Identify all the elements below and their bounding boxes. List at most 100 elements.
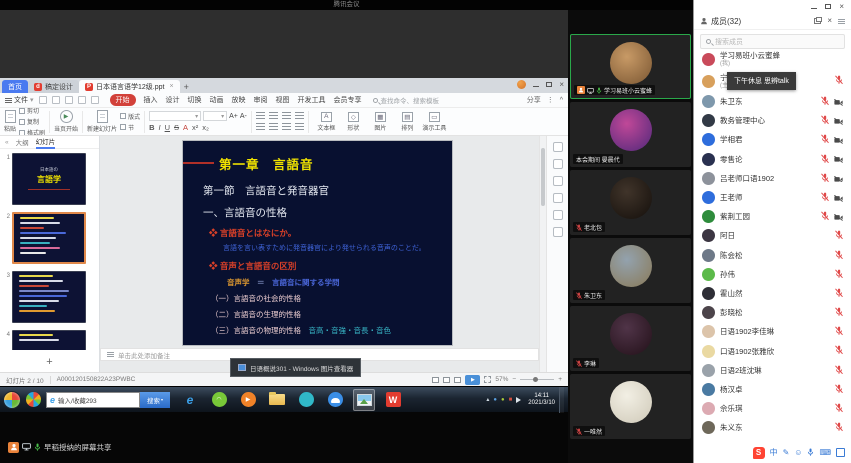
zoom-knob[interactable] <box>533 377 538 382</box>
share-button[interactable]: 分享 <box>527 95 541 105</box>
ime-tool-icon[interactable]: ☺ <box>794 448 802 458</box>
ribbon-tab-审阅[interactable]: 审阅 <box>254 95 268 105</box>
ribbon-tab-视图[interactable]: 视图 <box>276 95 290 105</box>
font-color-button[interactable]: A <box>183 123 188 132</box>
sorter-view-icon[interactable] <box>443 377 450 383</box>
mic-off-icon[interactable] <box>835 227 843 245</box>
align-icon[interactable] <box>256 123 265 131</box>
mic-off-icon[interactable] <box>835 284 843 302</box>
properties-icon[interactable] <box>553 142 563 152</box>
subscript-button[interactable]: x₂ <box>202 123 209 132</box>
ribbon-tab-放映[interactable]: 放映 <box>232 95 246 105</box>
underline-button[interactable]: U <box>165 123 170 132</box>
play-from-current-button[interactable]: ▶ 当页开始 <box>54 110 78 133</box>
tab-slides[interactable]: 幻灯片 <box>36 136 56 149</box>
camera-off-icon[interactable] <box>834 131 843 149</box>
member-row[interactable]: 吕老师口语1902 <box>694 169 851 188</box>
grow-font-button[interactable]: A+ <box>229 113 238 120</box>
redo-icon[interactable] <box>91 96 99 104</box>
member-row[interactable]: 王老师 <box>694 188 851 207</box>
member-row[interactable]: 陈会松 <box>694 246 851 265</box>
align-icon[interactable] <box>295 112 304 120</box>
ie-app-icon[interactable]: e <box>179 389 201 411</box>
player-app-icon[interactable]: ▶ <box>237 389 259 411</box>
account-avatar[interactable] <box>517 80 526 89</box>
close-panel-icon[interactable]: × <box>827 17 832 25</box>
command-search[interactable]: 查找命令、搜索模板 <box>373 95 440 105</box>
cut-button[interactable]: 剪切 <box>19 108 45 115</box>
collapse-panel-icon[interactable]: « <box>5 139 9 146</box>
video-tile[interactable]: 朱卫东 <box>570 238 691 303</box>
mic-off-icon[interactable] <box>835 246 843 264</box>
camera-off-icon[interactable] <box>834 150 843 168</box>
cloud-app-icon[interactable] <box>324 389 346 411</box>
align-icon[interactable] <box>282 123 291 131</box>
start-button[interactable] <box>3 391 21 409</box>
tab-docer[interactable]: d 稿定设计 <box>28 80 79 93</box>
search-input[interactable]: e 输入/收藏293 <box>46 392 140 408</box>
shape-button[interactable]: ◇ 形状 <box>340 112 367 132</box>
scrollbar-thumb[interactable] <box>541 148 545 206</box>
picture-button[interactable]: ▦ 图片 <box>367 112 394 132</box>
ribbon-tab-开发工具[interactable]: 开发工具 <box>298 95 326 105</box>
tab-outline[interactable]: 大纲 <box>16 137 29 147</box>
mic-off-icon[interactable] <box>821 189 829 207</box>
file-menu[interactable]: 文件 ▾ <box>5 95 34 105</box>
new-slide-button[interactable]: 新建幻灯片 <box>87 110 117 133</box>
font-family-select[interactable]: ▾ <box>149 111 201 121</box>
save-icon[interactable] <box>39 96 47 104</box>
member-row[interactable]: 口语1902张雅欣 <box>694 341 851 360</box>
help-icon[interactable] <box>553 227 563 237</box>
mic-off-icon[interactable] <box>821 131 829 149</box>
mic-off-icon[interactable] <box>835 419 843 437</box>
preview-icon[interactable] <box>65 96 73 104</box>
copy-button[interactable]: 复制 <box>19 117 45 126</box>
mic-off-icon[interactable] <box>835 400 843 418</box>
reading-view-icon[interactable] <box>454 377 461 383</box>
member-row[interactable]: 教务管理中心 <box>694 111 851 130</box>
mic-off-icon[interactable] <box>821 208 829 226</box>
mic-off-icon[interactable] <box>835 323 843 341</box>
more-icon[interactable]: ⋮ <box>547 96 554 104</box>
camera-off-icon[interactable] <box>834 189 843 207</box>
ribbon-tab-切换[interactable]: 切换 <box>188 95 202 105</box>
normal-view-icon[interactable] <box>432 377 439 383</box>
taskbar-clock[interactable]: 14:11 2021/3/10 <box>528 393 555 407</box>
slide-thumbnail[interactable] <box>12 271 86 323</box>
video-tile[interactable]: 学习易班小云蜜蜂 <box>570 34 691 99</box>
member-row[interactable]: 学相君 <box>694 130 851 149</box>
pinwheel-app-icon[interactable] <box>26 392 41 407</box>
ribbon-tab-设计[interactable]: 设计 <box>166 95 180 105</box>
camera-off-icon[interactable] <box>834 169 843 187</box>
arrange-button[interactable]: ▤ 排列 <box>394 112 421 132</box>
wps-app-icon[interactable]: W <box>382 389 404 411</box>
slide-thumbnail[interactable] <box>12 330 86 350</box>
mic-off-icon[interactable] <box>835 72 843 90</box>
show-desktop-button[interactable] <box>559 387 564 413</box>
align-icon[interactable] <box>269 123 278 131</box>
slide-thumbnail[interactable]: 日本語の言語学 <box>12 153 86 205</box>
new-tab-button[interactable]: + <box>180 80 193 93</box>
member-row[interactable]: 紫荆工园 <box>694 207 851 226</box>
member-row[interactable]: 霍山然 <box>694 284 851 303</box>
volume-icon[interactable] <box>516 397 524 403</box>
teal-app-icon[interactable] <box>295 389 317 411</box>
align-icon[interactable] <box>295 123 304 131</box>
photo-app-icon[interactable] <box>353 389 375 411</box>
close-icon[interactable]: × <box>559 81 564 89</box>
ime-tool-icon[interactable]: ✎ <box>783 448 790 458</box>
member-row[interactable]: 日语2班沈琳 <box>694 361 851 380</box>
sogou-logo-icon[interactable]: S <box>753 447 765 459</box>
tray-app-green-icon[interactable]: ● <box>501 397 505 403</box>
member-search-box[interactable]: 搜索成员 <box>700 34 845 49</box>
member-row[interactable]: 阿日 <box>694 226 851 245</box>
member-row[interactable]: 日语1902李佳琳 <box>694 322 851 341</box>
zoom-in-button[interactable]: + <box>558 376 562 383</box>
mic-off-icon[interactable] <box>821 169 829 187</box>
collapse-ribbon-icon[interactable]: ^ <box>560 97 563 104</box>
ribbon-tab-开始[interactable]: 开始 <box>110 94 136 106</box>
zoom-level[interactable]: 57% <box>495 376 508 383</box>
mic-off-icon[interactable] <box>821 112 829 130</box>
current-slide[interactable]: 第一章 言語音第一節 言語音と発音器官一、言語音の性格❖ 言語音とはなにか。言語… <box>183 141 452 345</box>
popout-icon[interactable] <box>814 18 821 24</box>
